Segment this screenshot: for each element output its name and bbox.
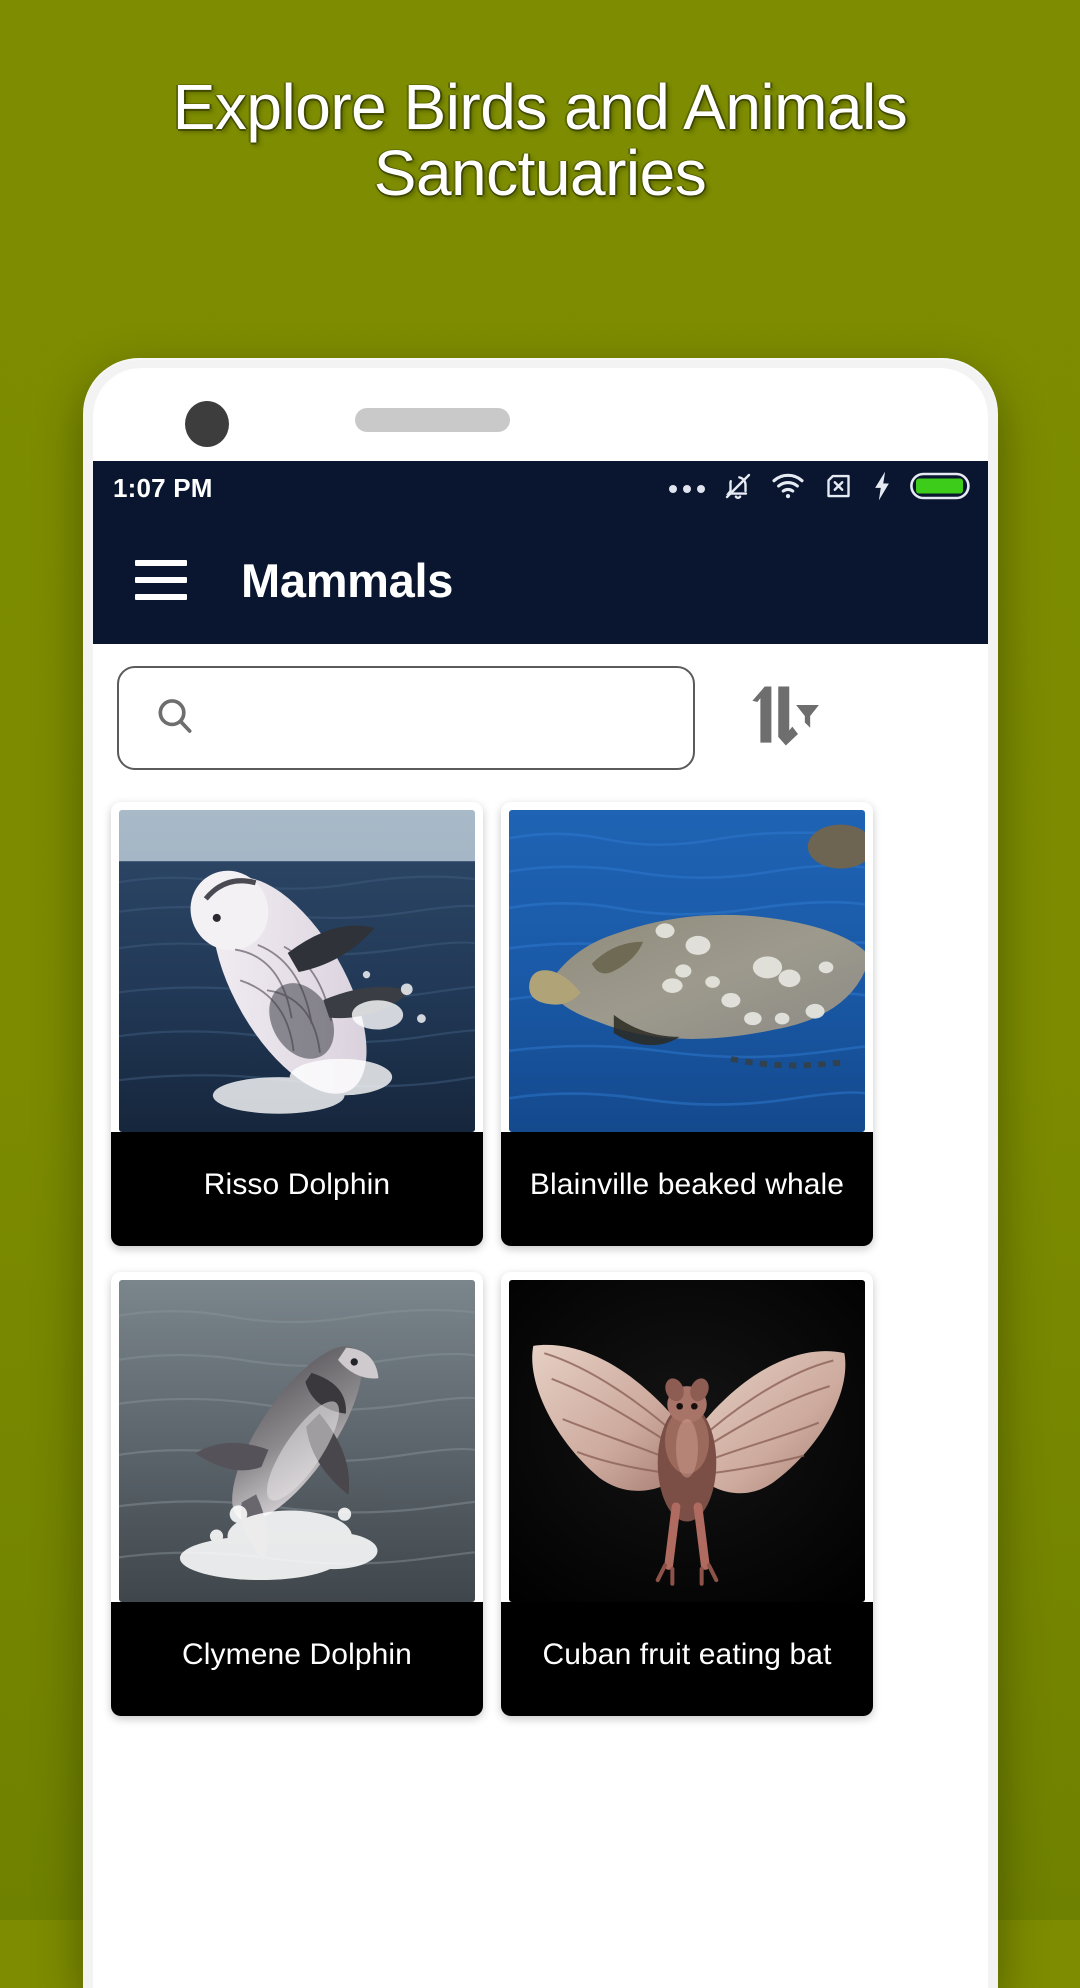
clymene-dolphin-photo: [119, 1280, 475, 1602]
blainville-beaked-whale-photo: [509, 810, 865, 1132]
grid-card[interactable]: Clymene Dolphin: [111, 1272, 483, 1716]
wifi-icon: [771, 472, 805, 505]
phone-screen: 1:07 PM Mammals Risso Dolphin Blainville…: [93, 368, 988, 1988]
grid-card[interactable]: Cuban fruit eating bat: [501, 1272, 873, 1716]
status-bar-icons: [669, 470, 972, 507]
notifications-muted-icon: [723, 470, 753, 507]
grid-card[interactable]: Blainville beaked whale: [501, 802, 873, 1246]
charging-bolt-icon: [872, 471, 892, 506]
camera-dot-icon: [185, 401, 229, 447]
mammals-grid: Risso Dolphin Blainville beaked whale Cl…: [93, 790, 988, 1988]
card-title: Cuban fruit eating bat: [501, 1602, 873, 1716]
promo-headline: Explore Birds and Animals Sanctuaries: [0, 71, 1080, 209]
risso-dolphin-photo: [119, 810, 475, 1132]
promo-headline-line-2: Sanctuaries: [373, 136, 707, 209]
app-bar: Mammals: [93, 516, 988, 644]
search-input[interactable]: [221, 701, 661, 735]
search-box[interactable]: [117, 666, 695, 770]
sort-filter-button[interactable]: [731, 670, 827, 766]
search-icon: [153, 694, 197, 743]
battery-icon: [910, 470, 972, 507]
phone-device-frame: 1:07 PM Mammals Risso Dolphin Blainville…: [83, 358, 998, 1988]
page-title: Mammals: [241, 553, 454, 607]
grid-card[interactable]: Risso Dolphin: [111, 802, 483, 1246]
phone-bezel-top: [93, 368, 988, 461]
cuban-fruit-eating-bat-photo: [509, 1280, 865, 1602]
card-title: Blainville beaked whale: [501, 1132, 873, 1246]
card-title: Risso Dolphin: [111, 1132, 483, 1246]
search-row: [93, 644, 988, 790]
card-title: Clymene Dolphin: [111, 1602, 483, 1716]
promo-headline-line-1: Explore Birds and Animals: [172, 71, 908, 143]
no-sim-icon: [823, 471, 854, 506]
hamburger-menu-icon[interactable]: [135, 560, 187, 600]
more-dots-icon: [669, 484, 705, 493]
speaker-grille-icon: [355, 408, 510, 432]
status-bar: 1:07 PM: [93, 461, 988, 516]
status-bar-time: 1:07 PM: [113, 473, 213, 503]
sort-filter-icon: [736, 678, 822, 759]
